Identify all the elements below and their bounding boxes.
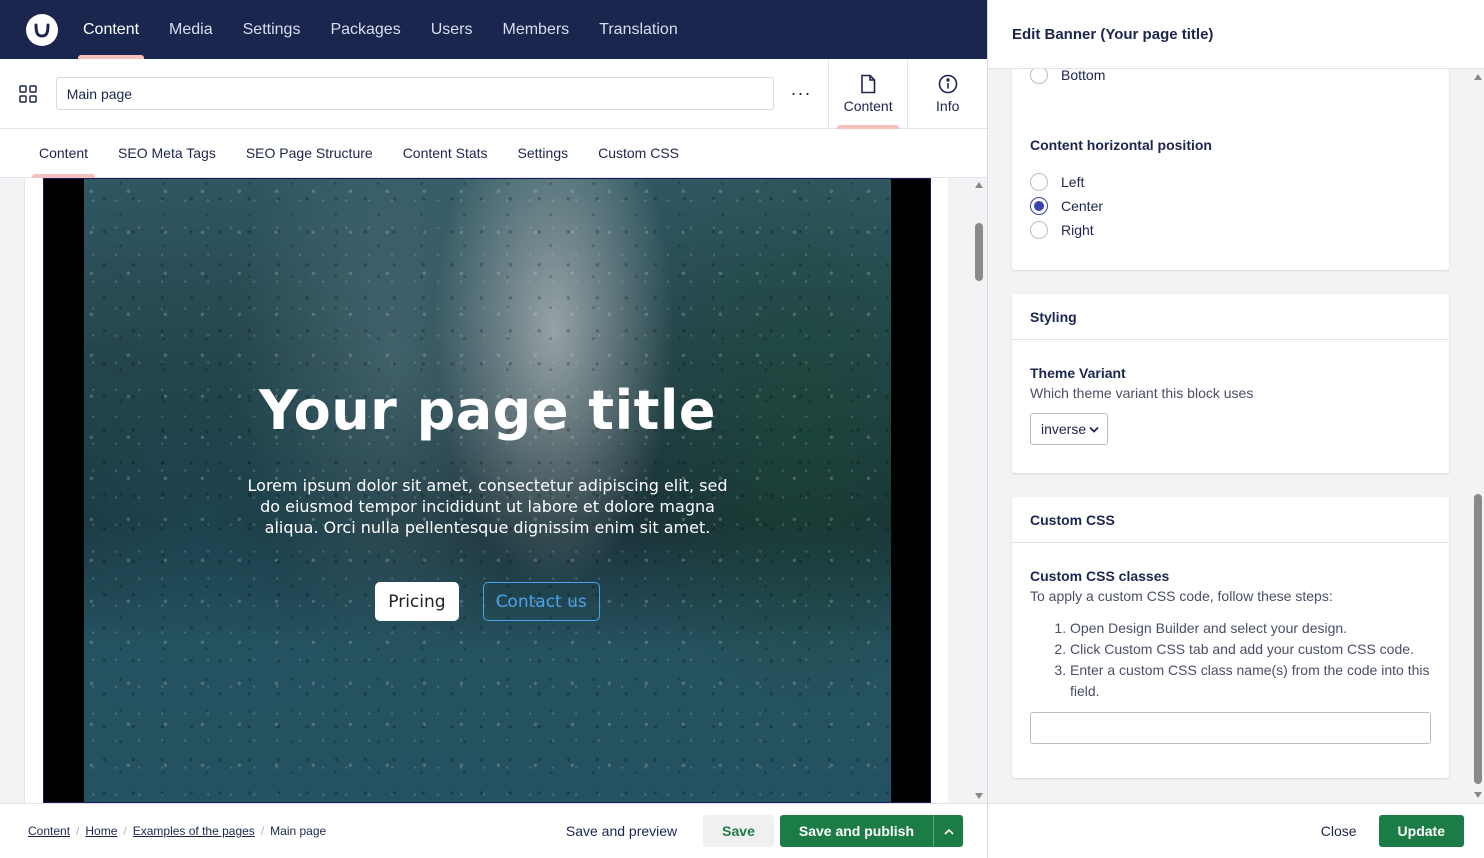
theme-variant-value: inverse — [1041, 421, 1087, 437]
more-actions-button[interactable]: ··· — [774, 83, 828, 104]
scrollbar-thumb[interactable] — [975, 223, 983, 281]
tab-settings[interactable]: Settings — [503, 129, 584, 178]
save-and-publish-button[interactable]: Save and publish — [779, 815, 963, 847]
radio-bottom-control[interactable] — [1030, 69, 1048, 84]
app-content-button[interactable]: Content — [827, 58, 908, 129]
breadcrumb-home[interactable]: Home — [85, 824, 117, 838]
scroll-up-icon[interactable] — [1474, 74, 1482, 80]
breadcrumb: Content / Home / Examples of the pages /… — [28, 824, 327, 838]
app-content-label: Content — [843, 97, 893, 114]
radio-bottom-label: Bottom — [1061, 69, 1106, 83]
layout-card: Bottom Content horizontal position Left … — [1012, 69, 1449, 270]
nav-translation[interactable]: Translation — [584, 0, 693, 59]
radio-center-control[interactable] — [1030, 197, 1048, 215]
custom-css-card: Custom CSS Custom CSS classes To apply a… — [1012, 497, 1449, 778]
horizontal-position-options: Left Center Right — [1030, 170, 1103, 242]
styling-title: Styling — [1012, 294, 1449, 340]
document-icon — [861, 74, 876, 93]
panel-body: Bottom Content horizontal position Left … — [988, 69, 1471, 803]
editor-header: ··· Content Info — [0, 58, 987, 129]
panel-scrollbar[interactable] — [1471, 69, 1484, 803]
radio-left[interactable]: Left — [1030, 170, 1103, 194]
content-scrollbar[interactable] — [972, 178, 987, 803]
horizontal-position-label: Content horizontal position — [1030, 137, 1212, 153]
styling-card: Styling Theme Variant Which theme varian… — [1012, 294, 1449, 473]
edit-block-panel: Edit Banner (Your page title) Bottom Con… — [987, 0, 1484, 858]
radio-left-control[interactable] — [1030, 173, 1048, 191]
banner-title: Your page title — [258, 379, 717, 442]
chevron-up-icon[interactable] — [933, 815, 963, 847]
document-type-icon[interactable] — [0, 84, 56, 104]
tab-custom-css[interactable]: Custom CSS — [583, 129, 694, 178]
nav-users[interactable]: Users — [416, 0, 488, 59]
info-icon — [938, 74, 958, 93]
block-preview-area: Your page title Lorem ipsum dolor sit am… — [24, 178, 948, 803]
pricing-button[interactable]: Pricing — [375, 582, 459, 621]
custom-css-steps: Open Design Builder and select your desi… — [1030, 618, 1431, 702]
nav-content[interactable]: Content — [68, 0, 154, 59]
app-info-label: Info — [936, 97, 960, 114]
radio-right-control[interactable] — [1030, 221, 1048, 239]
close-button[interactable]: Close — [1299, 815, 1379, 847]
tab-content[interactable]: Content — [24, 129, 103, 178]
scrollbar-thumb[interactable] — [1474, 494, 1482, 784]
banner-background-image: Your page title Lorem ipsum dolor sit am… — [84, 179, 891, 802]
save-button[interactable]: Save — [703, 815, 774, 847]
top-navigation: Content Media Settings Packages Users Me… — [0, 0, 987, 59]
theme-variant-description: Which theme variant this block uses — [1030, 385, 1254, 401]
scroll-up-icon[interactable] — [975, 182, 983, 188]
chevron-down-icon — [1089, 426, 1099, 433]
tab-seo-meta-tags[interactable]: SEO Meta Tags — [103, 129, 231, 178]
editor-footer: Content / Home / Examples of the pages /… — [0, 803, 987, 858]
document-name-input[interactable] — [55, 77, 775, 110]
custom-css-classes-input[interactable] — [1030, 712, 1431, 744]
panel-title: Edit Banner (Your page title) — [988, 0, 1484, 69]
nav-media[interactable]: Media — [154, 0, 228, 59]
breadcrumb-current: Main page — [270, 824, 327, 838]
theme-variant-select[interactable]: inverse — [1030, 413, 1108, 445]
breadcrumb-examples[interactable]: Examples of the pages — [133, 824, 255, 838]
step-item: Open Design Builder and select your desi… — [1070, 618, 1431, 639]
contact-us-button[interactable]: Contact us — [482, 582, 600, 621]
step-item: Enter a custom CSS class name(s) from th… — [1070, 660, 1431, 702]
radio-center-label: Center — [1061, 198, 1104, 214]
scroll-down-icon[interactable] — [1474, 792, 1482, 798]
panel-footer: Close Update — [988, 803, 1484, 858]
custom-css-description: To apply a custom CSS code, follow these… — [1030, 588, 1333, 604]
content-tabs: Content SEO Meta Tags SEO Page Structure… — [0, 129, 987, 178]
custom-css-title: Custom CSS — [1012, 497, 1449, 543]
step-item: Click Custom CSS tab and add your custom… — [1070, 639, 1431, 660]
tab-seo-page-structure[interactable]: SEO Page Structure — [231, 129, 388, 178]
nav-packages[interactable]: Packages — [315, 0, 415, 59]
theme-variant-label: Theme Variant — [1030, 365, 1126, 381]
nav-settings[interactable]: Settings — [228, 0, 316, 59]
radio-center[interactable]: Center — [1030, 194, 1103, 218]
app-info-button[interactable]: Info — [907, 58, 987, 129]
radio-right[interactable]: Right — [1030, 218, 1103, 242]
banner-block-preview[interactable]: Your page title Lorem ipsum dolor sit am… — [43, 178, 931, 803]
radio-left-label: Left — [1061, 174, 1085, 190]
save-and-preview-button[interactable]: Save and preview — [550, 815, 693, 847]
save-and-publish-label[interactable]: Save and publish — [780, 815, 933, 847]
umbraco-logo-icon[interactable] — [26, 13, 58, 46]
nav-members[interactable]: Members — [487, 0, 584, 59]
custom-css-classes-label: Custom CSS classes — [1030, 568, 1170, 584]
tab-content-stats[interactable]: Content Stats — [388, 129, 503, 178]
scroll-down-icon[interactable] — [975, 793, 983, 799]
banner-buttons: Pricing Contact us — [84, 582, 891, 621]
radio-bottom[interactable]: Bottom — [1030, 69, 1105, 87]
radio-right-label: Right — [1061, 222, 1094, 238]
update-button[interactable]: Update — [1378, 815, 1464, 847]
breadcrumb-content[interactable]: Content — [28, 824, 70, 838]
banner-text: Lorem ipsum dolor sit amet, consectetur … — [247, 476, 728, 537]
